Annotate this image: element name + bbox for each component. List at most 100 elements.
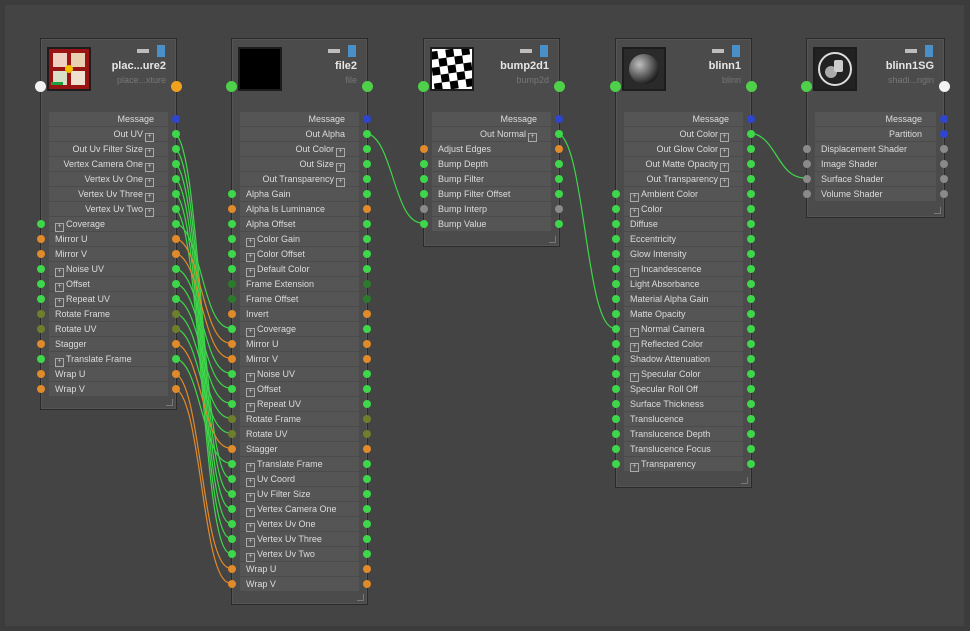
attr-in-displacement-shader[interactable]: Displacement Shader — [803, 142, 948, 156]
node-output-plug[interactable] — [554, 81, 565, 92]
expand-icon[interactable]: + — [246, 253, 255, 262]
output-port[interactable] — [172, 220, 180, 228]
output-port[interactable] — [555, 220, 563, 228]
attr-in-shadow-attenuation[interactable]: Shadow Attenuation — [612, 352, 755, 366]
attr-in-diffuse[interactable]: Diffuse — [612, 217, 755, 231]
attr-in-vertex-uv-two[interactable]: + Vertex Uv Two — [228, 547, 371, 562]
output-port[interactable] — [363, 145, 371, 153]
node-header-icons[interactable] — [137, 45, 167, 57]
output-port[interactable] — [940, 160, 948, 168]
expand-icon[interactable]: + — [246, 508, 255, 517]
output-port[interactable] — [363, 265, 371, 273]
input-port[interactable] — [228, 505, 236, 513]
expand-icon[interactable]: + — [630, 373, 639, 382]
swatch-icon[interactable] — [905, 49, 917, 53]
input-port[interactable] — [228, 550, 236, 558]
attr-in-mirror-v[interactable]: Mirror V — [37, 247, 180, 261]
attr-out-out-uv-filter-size[interactable]: Out Uv Filter Size + — [49, 142, 180, 157]
output-port[interactable] — [363, 310, 371, 318]
expand-icon[interactable]: + — [246, 328, 255, 337]
output-port[interactable] — [363, 385, 371, 393]
output-port[interactable] — [747, 415, 755, 423]
attr-in-volume-shader[interactable]: Volume Shader — [803, 187, 948, 201]
node-output-plug[interactable] — [746, 81, 757, 92]
expand-icon[interactable]: + — [246, 538, 255, 547]
node-input-plug[interactable] — [226, 81, 237, 92]
attr-in-specular-roll-off[interactable]: Specular Roll Off — [612, 382, 755, 396]
output-port[interactable] — [747, 370, 755, 378]
output-port[interactable] — [363, 535, 371, 543]
input-port[interactable] — [228, 370, 236, 378]
output-port[interactable] — [363, 505, 371, 513]
attr-in-stagger[interactable]: Stagger — [228, 442, 371, 456]
attr-out-out-glow-color[interactable]: Out Glow Color + — [624, 142, 755, 157]
input-port[interactable] — [612, 415, 620, 423]
output-port[interactable] — [747, 385, 755, 393]
input-port[interactable] — [612, 400, 620, 408]
attr-in-bump-interp[interactable]: Bump Interp — [420, 202, 563, 216]
output-port[interactable] — [363, 490, 371, 498]
output-port[interactable] — [363, 415, 371, 423]
attr-in-translucence-focus[interactable]: Translucence Focus — [612, 442, 755, 456]
attr-in-frame-offset[interactable]: Frame Offset — [228, 292, 371, 306]
input-port[interactable] — [228, 430, 236, 438]
output-port[interactable] — [172, 385, 180, 393]
output-port[interactable] — [555, 205, 563, 213]
attr-in-color-offset[interactable]: + Color Offset — [228, 247, 371, 262]
attr-in-glow-intensity[interactable]: Glow Intensity — [612, 247, 755, 261]
attr-out-out-alpha[interactable]: Out Alpha — [240, 127, 371, 141]
output-port[interactable] — [747, 115, 755, 123]
output-port[interactable] — [747, 160, 755, 168]
output-port[interactable] — [940, 130, 948, 138]
input-port[interactable] — [228, 475, 236, 483]
attr-in-rotate-frame[interactable]: Rotate Frame — [228, 412, 371, 426]
output-port[interactable] — [555, 115, 563, 123]
output-port[interactable] — [172, 295, 180, 303]
node-file[interactable]: file2 file Message Out Alpha Out Color + Out S… — [226, 38, 373, 605]
output-port[interactable] — [747, 310, 755, 318]
expand-icon[interactable]: + — [630, 343, 639, 352]
attr-out-out-normal[interactable]: Out Normal + — [432, 127, 563, 142]
input-port[interactable] — [420, 175, 428, 183]
attribute-editor-icon[interactable] — [540, 45, 548, 57]
attr-in-frame-extension[interactable]: Frame Extension — [228, 277, 371, 291]
swatch-icon[interactable] — [520, 49, 532, 53]
output-port[interactable] — [747, 355, 755, 363]
output-port[interactable] — [172, 190, 180, 198]
attr-out-out-uv[interactable]: Out UV + — [49, 127, 180, 142]
attr-in-offset[interactable]: + Offset — [37, 277, 180, 292]
input-port[interactable] — [37, 295, 45, 303]
input-port[interactable] — [228, 400, 236, 408]
input-port[interactable] — [228, 265, 236, 273]
expand-icon[interactable]: + — [246, 268, 255, 277]
output-port[interactable] — [747, 130, 755, 138]
output-port[interactable] — [940, 115, 948, 123]
expand-icon[interactable]: + — [55, 268, 64, 277]
attr-in-repeat-uv[interactable]: + Repeat UV — [37, 292, 180, 307]
attr-out-message[interactable]: Message — [624, 112, 755, 126]
expand-icon[interactable]: + — [55, 283, 64, 292]
attr-in-bump-value[interactable]: Bump Value — [420, 217, 563, 231]
expand-icon[interactable]: + — [246, 553, 255, 562]
output-port[interactable] — [172, 280, 180, 288]
expand-icon[interactable]: + — [145, 208, 154, 217]
attr-out-out-size[interactable]: Out Size + — [240, 157, 371, 172]
input-port[interactable] — [228, 580, 236, 588]
attr-in-color[interactable]: + Color — [612, 202, 755, 217]
input-port[interactable] — [612, 250, 620, 258]
input-port[interactable] — [612, 430, 620, 438]
output-port[interactable] — [363, 520, 371, 528]
output-port[interactable] — [555, 130, 563, 138]
resize-handle[interactable] — [934, 207, 941, 214]
node-input-plug[interactable] — [610, 81, 621, 92]
output-port[interactable] — [363, 550, 371, 558]
attr-in-mirror-u[interactable]: Mirror U — [228, 337, 371, 351]
output-port[interactable] — [363, 580, 371, 588]
attr-in-offset[interactable]: + Offset — [228, 382, 371, 397]
output-port[interactable] — [363, 220, 371, 228]
attr-in-bump-depth[interactable]: Bump Depth — [420, 157, 563, 171]
input-port[interactable] — [228, 565, 236, 573]
attr-out-vertex-uv-two[interactable]: Vertex Uv Two + — [49, 202, 180, 217]
attr-in-repeat-uv[interactable]: + Repeat UV — [228, 397, 371, 412]
attr-in-vertex-uv-one[interactable]: + Vertex Uv One — [228, 517, 371, 532]
